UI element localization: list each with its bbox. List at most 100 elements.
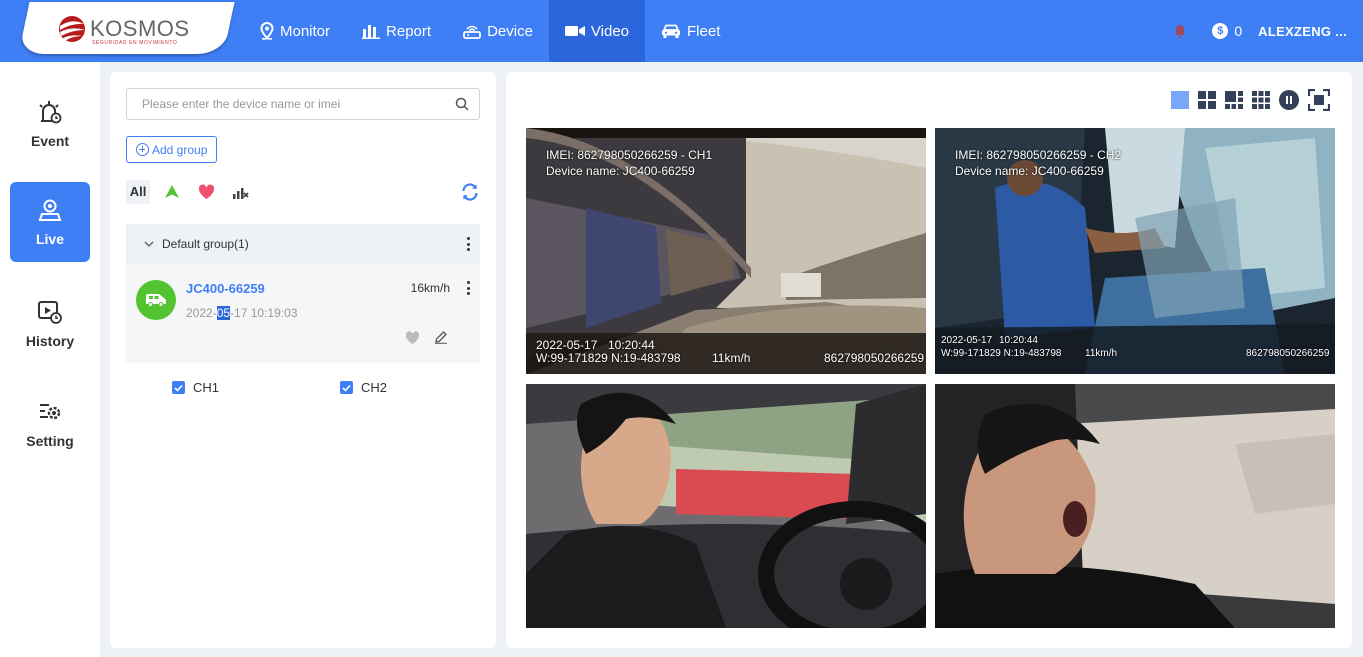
- filter-moving-icon[interactable]: [164, 184, 180, 200]
- left-sidebar: Event Live History Setting: [0, 62, 100, 657]
- video-tile-4[interactable]: [935, 384, 1335, 628]
- video-panel: IMEI: 862798050266259 - CH1 Device name:…: [506, 72, 1352, 648]
- ch1-checkbox[interactable]: [172, 381, 185, 394]
- ch1-label: CH1: [193, 380, 220, 395]
- nav-fleet-label: Fleet: [687, 22, 721, 40]
- device-list-item[interactable]: JC400-66259 2022-05-17 10:19:03 16km/h: [126, 264, 480, 363]
- nav-fleet[interactable]: Fleet: [645, 0, 736, 62]
- add-group-button[interactable]: Add group: [126, 136, 218, 163]
- pause-icon[interactable]: [1279, 90, 1299, 110]
- ch2-osd-date: 2022-05-17: [941, 335, 993, 346]
- nav-device[interactable]: Device: [447, 0, 549, 62]
- logo-mark-icon: [59, 16, 85, 42]
- edit-pencil-icon[interactable]: [434, 330, 448, 344]
- sidebar-item-history-label: History: [25, 333, 75, 349]
- device-time-suffix: -17 10:19:03: [230, 306, 298, 320]
- device-time-selected: 05: [216, 306, 231, 320]
- video-tile-3[interactable]: [526, 384, 926, 628]
- nav-monitor[interactable]: Monitor: [244, 0, 346, 62]
- ch2-osd-coords: W:99-171829 N:19-483798: [941, 348, 1062, 359]
- device-search: [126, 88, 480, 120]
- sidebar-item-live-label: Live: [35, 231, 64, 247]
- nav-report-label: Report: [386, 22, 432, 40]
- single-view-icon[interactable]: [1171, 91, 1189, 109]
- search-icon[interactable]: [455, 97, 469, 111]
- nav-report[interactable]: Report: [346, 0, 447, 62]
- brand-logo[interactable]: KOSMOS SEGURIDAD EN MOVIMIENTO: [56, 10, 206, 46]
- video-layout-toolbar: [1162, 89, 1330, 111]
- add-group-label: Add group: [152, 142, 208, 157]
- check-icon: [342, 384, 351, 392]
- main-nav: Monitor Report Device Video Fleet: [244, 0, 736, 62]
- ch2-osd-imei: 862798050266259: [1246, 348, 1330, 359]
- device-last-update: 2022-05-17 10:19:03: [186, 306, 297, 320]
- filter-favorite-icon[interactable]: [198, 184, 215, 200]
- device-panel: Add group All Default group(1) JC400-662…: [110, 72, 496, 648]
- video-tile-ch1[interactable]: IMEI: 862798050266259 - CH1 Device name:…: [526, 128, 926, 374]
- device-more-icon[interactable]: [467, 281, 471, 298]
- router-icon: [463, 25, 481, 39]
- sidebar-item-event[interactable]: Event: [10, 84, 90, 164]
- check-icon: [174, 384, 183, 392]
- quad-view-icon[interactable]: [1198, 91, 1216, 109]
- device-search-input[interactable]: [127, 89, 447, 119]
- user-menu[interactable]: ALEXZENG ...: [1258, 24, 1347, 39]
- favorite-heart-icon[interactable]: [405, 331, 420, 345]
- brand-tagline: SEGURIDAD EN MOVIMIENTO: [92, 40, 178, 46]
- ch1-osd-imei: 862798050266259: [824, 351, 925, 365]
- ch1-imei-line: IMEI: 862798050266259 - CH1: [546, 148, 713, 162]
- ch1-device-line: Device name: JC400-66259: [546, 164, 695, 178]
- video-tile-ch2[interactable]: IMEI: 862798050266259 - CH2 Device name:…: [935, 128, 1335, 374]
- sidebar-item-history[interactable]: History: [10, 284, 90, 364]
- notification-bell-icon[interactable]: [1172, 23, 1188, 39]
- device-filters: All: [126, 180, 480, 204]
- live-location-icon: [38, 199, 62, 221]
- top-bar: KOSMOS SEGURIDAD EN MOVIMIENTO Monitor R…: [0, 0, 1363, 62]
- nav-video-label: Video: [590, 22, 630, 40]
- ch2-imei-line: IMEI: 862798050266259 - CH2: [955, 148, 1122, 162]
- video-frame-driver-1: [526, 384, 926, 628]
- device-name[interactable]: JC400-66259: [186, 281, 265, 296]
- channel-ch2[interactable]: CH2: [340, 380, 387, 395]
- fullscreen-icon[interactable]: [1308, 89, 1330, 111]
- add-circle-icon: [136, 143, 149, 156]
- header-right: $ 0 ALEXZENG ...: [1172, 0, 1347, 62]
- nav-monitor-label: Monitor: [280, 22, 331, 40]
- filter-all[interactable]: All: [126, 180, 150, 204]
- balance-value: 0: [1234, 23, 1243, 39]
- ch2-label: CH2: [361, 380, 388, 395]
- balance[interactable]: $ 0: [1212, 23, 1242, 39]
- sidebar-item-live[interactable]: Live: [10, 182, 90, 262]
- map-pin-icon: [260, 22, 274, 40]
- sidebar-item-setting-label: Setting: [26, 433, 74, 449]
- six-view-icon[interactable]: [1225, 91, 1243, 109]
- ch2-osd-time: 10:20:44: [999, 335, 1038, 346]
- brand-name: KOSMOS: [90, 16, 190, 41]
- van-icon: [146, 294, 166, 307]
- group-name: Default group(1): [162, 237, 249, 251]
- ch2-device-line: Device name: JC400-66259: [955, 164, 1104, 178]
- bar-chart-icon: [362, 25, 381, 39]
- event-alarm-icon: [39, 101, 62, 124]
- channel-ch1[interactable]: CH1: [172, 380, 219, 395]
- ch1-osd-speed: 11km/h: [712, 351, 751, 365]
- nav-video[interactable]: Video: [548, 0, 646, 62]
- video-frame-driver-2: [935, 384, 1335, 628]
- car-icon: [662, 24, 681, 38]
- video-camera-icon: [564, 26, 585, 36]
- device-time-prefix: 2022-: [186, 306, 217, 320]
- refresh-icon[interactable]: [460, 182, 480, 202]
- settings-icon: [40, 404, 61, 420]
- sidebar-item-setting[interactable]: Setting: [10, 384, 90, 464]
- nine-view-icon[interactable]: [1252, 91, 1270, 109]
- ch2-checkbox[interactable]: [340, 381, 353, 394]
- dollar-coin-icon: $: [1212, 23, 1229, 39]
- filter-offline-signal-icon[interactable]: [232, 184, 249, 200]
- device-speed: 16km/h: [410, 281, 450, 295]
- group-more-icon[interactable]: [467, 237, 471, 254]
- ch2-osd-speed: 11km/h: [1085, 348, 1118, 359]
- chevron-down-icon[interactable]: [144, 241, 154, 247]
- nav-device-label: Device: [487, 22, 533, 40]
- group-header-default[interactable]: Default group(1): [126, 224, 480, 264]
- ch1-osd-coords: W:99-171829 N:19-483798: [536, 351, 681, 365]
